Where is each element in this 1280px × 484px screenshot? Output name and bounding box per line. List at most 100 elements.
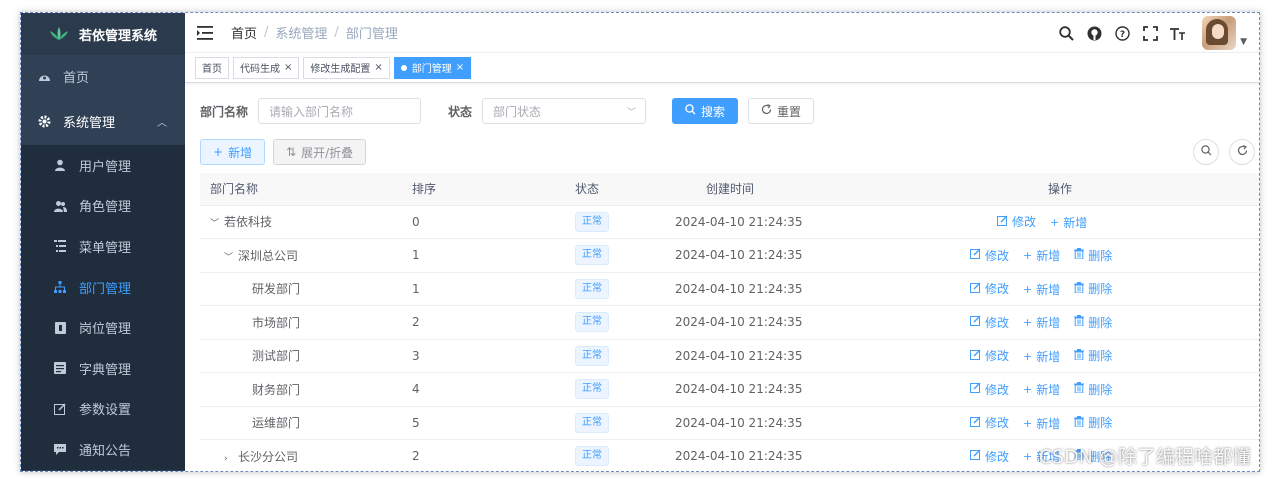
plus-icon: + <box>1050 215 1060 229</box>
sidebar-item-posts[interactable]: 岗位管理 <box>21 307 185 348</box>
cell-dept-name: ﹀ 若依科技 <box>200 205 412 239</box>
search-button[interactable]: 搜索 <box>672 98 739 124</box>
fullscreen-icon[interactable] <box>1140 23 1160 43</box>
close-icon[interactable]: × <box>284 62 292 73</box>
delete-link[interactable]: 删除 <box>1074 247 1112 264</box>
tag-gen-edit[interactable]: 修改生成配置 × <box>303 56 390 79</box>
cell-created-time: 2024-04-10 21:24:35 <box>675 439 860 471</box>
delete-icon <box>1074 382 1085 396</box>
sidebar-item-config[interactable]: 参数设置 <box>21 389 185 430</box>
tag-dept[interactable]: 部门管理 × <box>393 56 472 79</box>
sidebar-item-label: 通知公告 <box>79 443 132 459</box>
edit-link[interactable]: 修改 <box>970 347 1009 364</box>
edit-link[interactable]: 修改 <box>970 448 1009 465</box>
add-child-link[interactable]: + 新增 <box>1023 314 1060 331</box>
delete-link[interactable]: 删除 <box>1074 414 1112 431</box>
add-child-link[interactable]: + 新增 <box>1023 247 1060 264</box>
question-icon[interactable]: ? <box>1112 23 1132 43</box>
system-gear-icon <box>37 114 51 128</box>
add-link-label: 新增 <box>1036 383 1061 397</box>
edit-link[interactable]: 修改 <box>970 414 1009 431</box>
edit-link[interactable]: 修改 <box>970 314 1009 331</box>
delete-link-label: 删除 <box>1088 248 1113 263</box>
main-area: 首页 / 系统管理 / 部门管理 ? ▼ 首页 代码生成 × 修改生成配置 × … <box>185 13 1259 471</box>
system-submenu: 用户管理 角色管理 菜单管理 部门管理 岗位管理 字典管理 参数设置 通知公告 <box>21 145 185 470</box>
plus-icon: + <box>1023 316 1033 329</box>
add-link-label: 新增 <box>1036 249 1061 263</box>
search-form: 部门名称 请输入部门名称 状态 部门状态 ﹀ 搜索 重置 <box>200 97 1244 125</box>
status-select[interactable]: 部门状态 ﹀ <box>482 98 647 124</box>
cell-dept-name: 运维部门 <box>200 406 412 440</box>
edit-icon <box>970 248 981 262</box>
edit-link[interactable]: 修改 <box>970 381 1009 398</box>
plus-icon: + <box>1023 282 1033 296</box>
close-icon[interactable]: × <box>374 62 382 73</box>
table-row: 财务部门 4 正常 2024-04-10 21:24:35 修改 + 新增 删除 <box>200 372 1259 407</box>
right-tools: ? ▼ <box>1048 13 1247 53</box>
sidebar-item-menus[interactable]: 菜单管理 <box>21 226 185 267</box>
edit-link[interactable]: 修改 <box>970 280 1009 297</box>
reset-button[interactable]: 重置 <box>748 98 815 124</box>
delete-link-label: 删除 <box>1088 349 1113 363</box>
dept-name: 财务部门 <box>252 382 301 397</box>
breadcrumb-home[interactable]: 首页 <box>231 23 257 42</box>
add-button[interactable]: + 新增 <box>200 139 266 165</box>
delete-link-label: 删除 <box>1088 382 1113 397</box>
table-body: ﹀ 若依科技 0 正常 2024-04-10 21:24:35 修改 + 新增 ﹀ 深圳总公司 1 正… <box>200 205 1259 471</box>
edit-link[interactable]: 修改 <box>970 247 1009 264</box>
sidebar-item-dict[interactable]: 字典管理 <box>21 348 185 389</box>
sidebar-item-home[interactable]: 首页 <box>21 55 185 97</box>
tag-label: 代码生成 <box>240 64 280 75</box>
refresh-button[interactable] <box>1229 139 1255 165</box>
dept-name: 市场部门 <box>252 315 301 330</box>
chevron-right-icon[interactable]: › <box>224 454 238 464</box>
status-badge: 正常 <box>575 345 609 366</box>
header-actions: 操作 <box>860 173 1259 206</box>
sidebar-item-users[interactable]: 用户管理 <box>21 145 185 186</box>
logo-area[interactable]: 若依管理系统 <box>21 13 185 55</box>
avatar[interactable] <box>1202 16 1237 50</box>
svg-text:?: ? <box>1119 30 1124 40</box>
sidebar-item-roles[interactable]: 角色管理 <box>21 186 185 227</box>
add-child-link[interactable]: + 新增 <box>1023 415 1060 432</box>
toggle-search-button[interactable] <box>1193 139 1219 165</box>
chevron-down-icon[interactable]: ﹀ <box>210 216 224 229</box>
add-child-link[interactable]: + 新增 <box>1023 281 1060 298</box>
add-child-link[interactable]: + 新增 <box>1023 348 1060 365</box>
search-icon[interactable] <box>1056 23 1076 43</box>
plus-icon: + <box>1023 383 1033 396</box>
cell-dept-name: 市场部门 <box>200 305 412 340</box>
dept-name: 研发部门 <box>252 282 301 297</box>
cell-status: 正常 <box>575 439 675 471</box>
close-icon[interactable]: × <box>456 62 464 73</box>
status-badge: 正常 <box>575 379 609 400</box>
expand-collapse-button[interactable]: ⇅ 展开/折叠 <box>273 139 367 165</box>
add-button-label: 新增 <box>228 145 253 160</box>
delete-link[interactable]: 删除 <box>1074 347 1112 364</box>
dept-name-input[interactable]: 请输入部门名称 <box>258 98 422 124</box>
plus-icon: + <box>1023 349 1033 363</box>
sidebar-item-system[interactable]: 系统管理 ︿ <box>21 97 185 145</box>
hamburger-icon[interactable] <box>197 25 213 40</box>
tag-gen[interactable]: 代码生成 × <box>233 56 300 79</box>
delete-icon <box>1074 415 1085 430</box>
sidebar-item-depts[interactable]: 部门管理 <box>21 267 185 308</box>
plus-icon: + <box>1023 249 1033 262</box>
status-label: 状态 <box>448 104 473 119</box>
github-icon[interactable] <box>1084 23 1104 43</box>
cell-order: 2 <box>412 439 575 471</box>
plus-icon: + <box>213 145 224 159</box>
add-child-link[interactable]: + 新增 <box>1023 381 1060 398</box>
font-size-icon[interactable] <box>1168 23 1188 43</box>
sidebar-item-notice[interactable]: 通知公告 <box>21 429 185 470</box>
edit-link[interactable]: 修改 <box>997 213 1036 230</box>
tag-home[interactable]: 首页 <box>195 56 229 79</box>
tag-label: 首页 <box>202 64 222 75</box>
delete-link[interactable]: 删除 <box>1074 314 1112 331</box>
status-placeholder: 部门状态 <box>493 104 542 119</box>
add-child-link[interactable]: + 新增 <box>1050 214 1087 231</box>
delete-link[interactable]: 删除 <box>1074 381 1112 398</box>
caret-down-icon[interactable]: ▼ <box>1240 37 1247 47</box>
chevron-down-icon[interactable]: ﹀ <box>224 250 238 263</box>
delete-link[interactable]: 删除 <box>1074 280 1112 297</box>
